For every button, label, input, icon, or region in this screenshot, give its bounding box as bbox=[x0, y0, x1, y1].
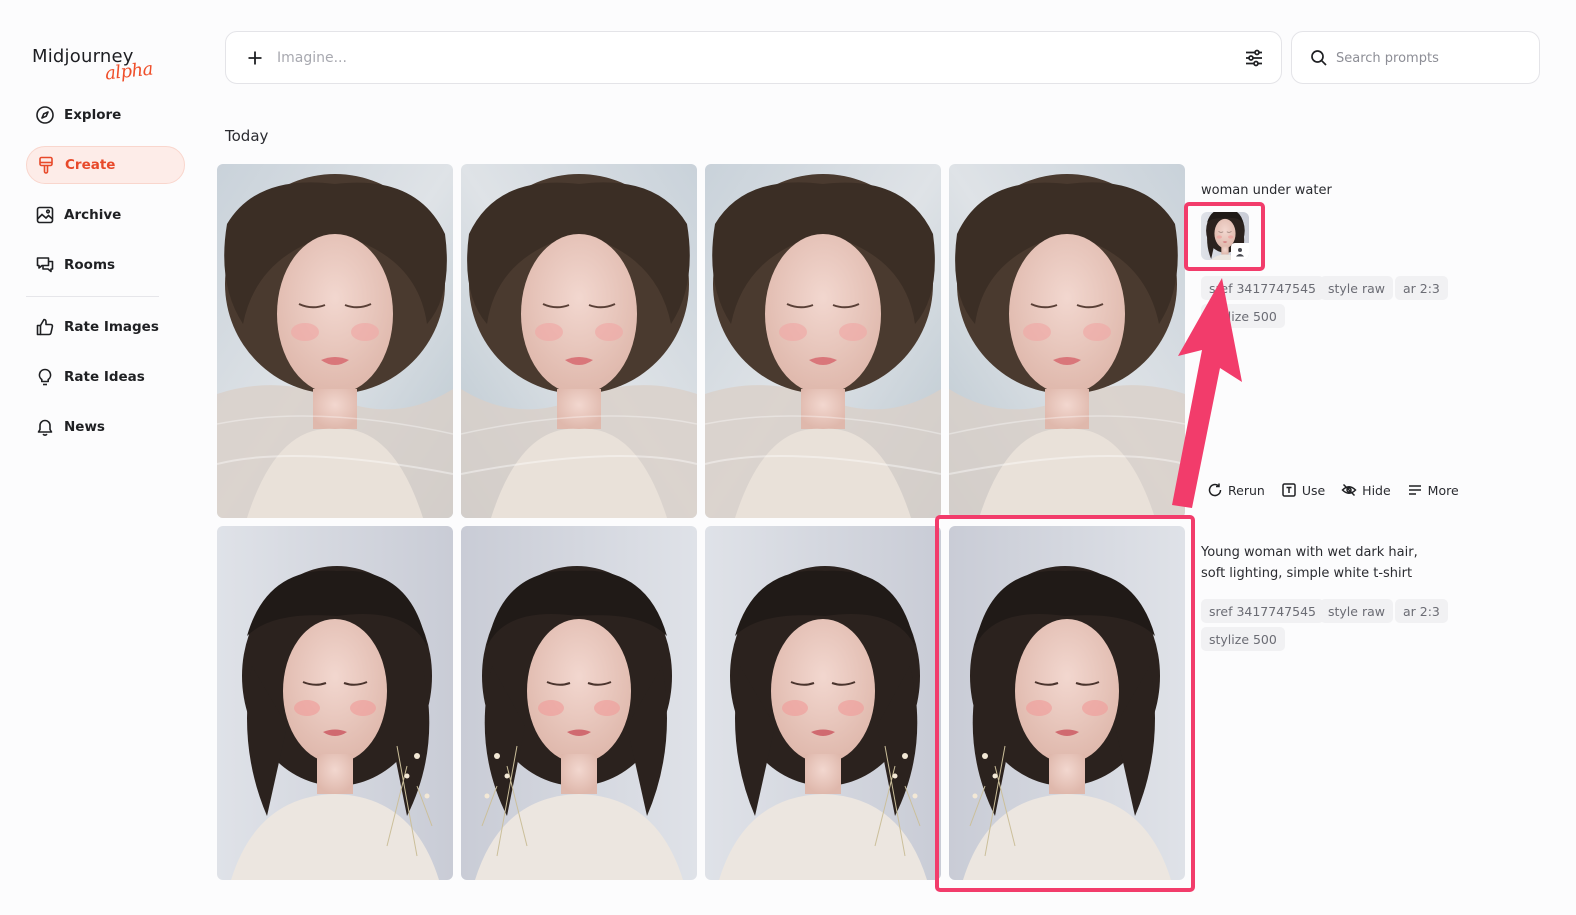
param-tag[interactable]: style raw bbox=[1320, 276, 1393, 300]
text-box-icon bbox=[1282, 483, 1296, 497]
rerun-icon bbox=[1208, 483, 1222, 497]
compass-icon bbox=[35, 105, 55, 125]
image-icon bbox=[35, 205, 55, 225]
sidebar-item-create[interactable]: Create bbox=[26, 146, 185, 184]
search-prompts-input[interactable] bbox=[1336, 44, 1526, 72]
grid-image-selected[interactable] bbox=[949, 526, 1185, 880]
sidebar-item-archive[interactable]: Archive bbox=[26, 196, 185, 234]
bell-icon bbox=[35, 417, 55, 437]
grid-image[interactable] bbox=[949, 164, 1185, 518]
job-prompt-line: Young woman with wet dark hair, bbox=[1201, 545, 1418, 560]
sidebar-item-label: News bbox=[64, 419, 105, 435]
thumbs-up-icon bbox=[35, 317, 55, 337]
param-tag[interactable]: stylize 500 bbox=[1201, 627, 1285, 651]
sidebar-item-rate-ideas[interactable]: Rate Ideas bbox=[26, 358, 185, 396]
sidebar-item-label: Archive bbox=[64, 207, 122, 223]
hide-label: Hide bbox=[1362, 482, 1391, 498]
paintbrush-icon bbox=[36, 155, 56, 175]
search-box bbox=[1291, 31, 1540, 84]
grid-image[interactable] bbox=[217, 526, 453, 880]
job-actions: Rerun Use Hide More bbox=[1207, 480, 1475, 500]
sidebar-item-rate-images[interactable]: Rate Images bbox=[26, 308, 185, 346]
hide-button[interactable]: Hide bbox=[1341, 482, 1391, 498]
param-tag[interactable]: sref 3417747545 bbox=[1201, 599, 1324, 623]
chat-bubbles-icon bbox=[35, 255, 55, 275]
job-prompt: woman under water bbox=[1201, 183, 1332, 198]
param-tag[interactable]: stylize 500 bbox=[1201, 304, 1285, 328]
user-icon bbox=[1231, 243, 1249, 260]
sidebar-item-label: Rooms bbox=[64, 257, 116, 273]
search-icon bbox=[1310, 49, 1328, 67]
imagine-input[interactable] bbox=[277, 44, 1227, 72]
sidebar-item-label: Create bbox=[65, 157, 116, 173]
job-prompt-line: soft lighting, simple white t-shirt bbox=[1201, 566, 1413, 581]
param-tag[interactable]: sref 3417747545 bbox=[1201, 276, 1324, 300]
settings-sliders-icon[interactable] bbox=[1243, 47, 1265, 69]
grid-image[interactable] bbox=[705, 164, 941, 518]
sidebar-item-label: Rate Images bbox=[64, 319, 159, 335]
logo-alpha-badge: alpha bbox=[104, 58, 154, 85]
imagine-bar bbox=[225, 31, 1282, 84]
rerun-label: Rerun bbox=[1228, 482, 1265, 498]
param-tag[interactable]: ar 2:3 bbox=[1395, 276, 1448, 300]
sidebar-item-label: Explore bbox=[64, 107, 122, 123]
rerun-button[interactable]: Rerun bbox=[1207, 482, 1265, 498]
job-prompt: Young woman with wet dark hair, soft lig… bbox=[1201, 542, 1418, 584]
grid-image[interactable] bbox=[461, 526, 697, 880]
menu-lines-icon bbox=[1408, 485, 1421, 495]
grid-image[interactable] bbox=[217, 164, 453, 518]
sidebar-item-explore[interactable]: Explore bbox=[26, 96, 185, 134]
sidebar-item-rooms[interactable]: Rooms bbox=[26, 246, 185, 284]
midjourney-logo[interactable]: Midjourney alpha bbox=[32, 46, 162, 86]
grid-image[interactable] bbox=[461, 164, 697, 518]
use-button[interactable]: Use bbox=[1281, 482, 1325, 498]
lightbulb-icon bbox=[35, 367, 55, 387]
eye-off-icon bbox=[1341, 483, 1357, 497]
sidebar-item-label: Rate Ideas bbox=[64, 369, 145, 385]
param-tag[interactable]: style raw bbox=[1320, 599, 1393, 623]
param-tag[interactable]: ar 2:3 bbox=[1395, 599, 1448, 623]
plus-icon[interactable] bbox=[245, 48, 265, 68]
use-label: Use bbox=[1301, 482, 1326, 498]
section-title-today: Today bbox=[225, 127, 269, 145]
sidebar-item-news[interactable]: News bbox=[26, 408, 185, 446]
more-button[interactable]: More bbox=[1407, 482, 1459, 498]
grid-image[interactable] bbox=[705, 526, 941, 880]
sidebar-divider bbox=[26, 296, 159, 297]
more-label: More bbox=[1427, 482, 1459, 498]
